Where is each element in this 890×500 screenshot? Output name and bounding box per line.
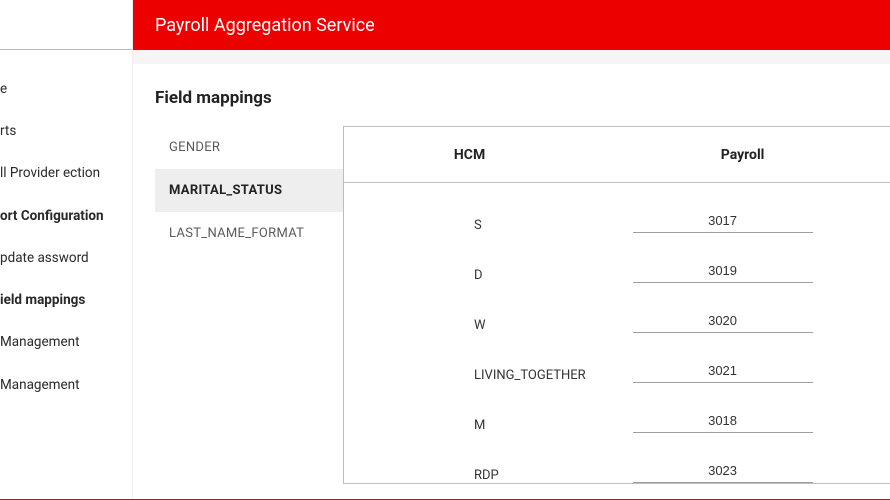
tab-gender[interactable]: GENDER — [155, 126, 343, 169]
mapping-area: GENDER MARITAL_STATUS LAST_NAME_FORMAT HCM… — [155, 126, 890, 484]
table-row: LIVING_TOGETHER — [344, 333, 890, 383]
sidebar: e rts ll Provider ection ort Configuration p… — [0, 50, 133, 499]
payroll-input[interactable] — [633, 363, 813, 383]
payroll-cell — [595, 213, 890, 233]
hcm-cell: S — [344, 218, 595, 233]
sidebar-item-6[interactable]: Management — [0, 321, 132, 363]
table-row: RDP — [344, 433, 890, 483]
payroll-cell — [595, 313, 890, 333]
sidebar-item-3[interactable]: ort Configuration — [0, 195, 132, 237]
table-row: D — [344, 233, 890, 283]
col-header-payroll: Payroll — [595, 147, 890, 163]
sidebar-item-0[interactable]: e — [0, 68, 132, 110]
sidebar-item-label: ll Provider ection — [0, 165, 100, 181]
table-header-row: HCM Payroll — [344, 127, 890, 183]
sidebar-item-5[interactable]: ield mappings — [0, 279, 132, 321]
tab-last_name_format[interactable]: LAST_NAME_FORMAT — [155, 212, 343, 255]
sidebar-item-label: ield mappings — [0, 292, 85, 308]
payroll-input[interactable] — [633, 263, 813, 283]
main-card: Field mappings GENDER MARITAL_STATUS LAST_… — [133, 64, 890, 499]
table-row: S — [344, 183, 890, 233]
hcm-cell: LIVING_TOGETHER — [344, 368, 595, 383]
main: Field mappings GENDER MARITAL_STATUS LAST_… — [133, 50, 890, 499]
payroll-input[interactable] — [633, 313, 813, 333]
sidebar-item-7[interactable]: Management — [0, 364, 132, 406]
sidebar-item-label: Management — [0, 334, 80, 350]
payroll-input[interactable] — [633, 463, 813, 483]
sidebar-item-label: rts — [0, 123, 16, 139]
payroll-cell — [595, 263, 890, 283]
table-row: W — [344, 283, 890, 333]
hcm-cell: RDP — [344, 468, 595, 483]
header-bar: Payroll Aggregation Service — [133, 0, 890, 50]
logo-area — [0, 0, 133, 50]
payroll-input[interactable] — [633, 413, 813, 433]
table-row: M — [344, 383, 890, 433]
sidebar-item-1[interactable]: rts — [0, 110, 132, 152]
tab-label: LAST_NAME_FORMAT — [169, 226, 304, 241]
sidebar-item-label: e — [0, 81, 7, 97]
tab-label: MARITAL_STATUS — [169, 183, 282, 198]
mapping-table: HCM Payroll S D W LIVING_TOGETHER M RDP — [343, 126, 890, 484]
section-title: Field mappings — [155, 88, 890, 108]
hcm-cell: W — [344, 318, 595, 333]
hcm-cell: M — [344, 418, 595, 433]
payroll-cell — [595, 413, 890, 433]
app-title: Payroll Aggregation Service — [155, 15, 375, 36]
col-header-hcm: HCM — [344, 147, 595, 163]
tab-label: GENDER — [169, 140, 220, 155]
sidebar-item-label: pdate assword — [0, 250, 89, 266]
field-tab-list: GENDER MARITAL_STATUS LAST_NAME_FORMAT — [155, 126, 343, 255]
hcm-cell: D — [344, 268, 595, 283]
payroll-input[interactable] — [633, 213, 813, 233]
tab-marital_status[interactable]: MARITAL_STATUS — [155, 169, 343, 212]
sidebar-item-4[interactable]: pdate assword — [0, 237, 132, 279]
payroll-cell — [595, 363, 890, 383]
sidebar-item-label: Management — [0, 377, 80, 393]
sidebar-item-label: ort Configuration — [0, 208, 104, 224]
payroll-cell — [595, 463, 890, 483]
sidebar-item-2[interactable]: ll Provider ection — [0, 152, 132, 194]
